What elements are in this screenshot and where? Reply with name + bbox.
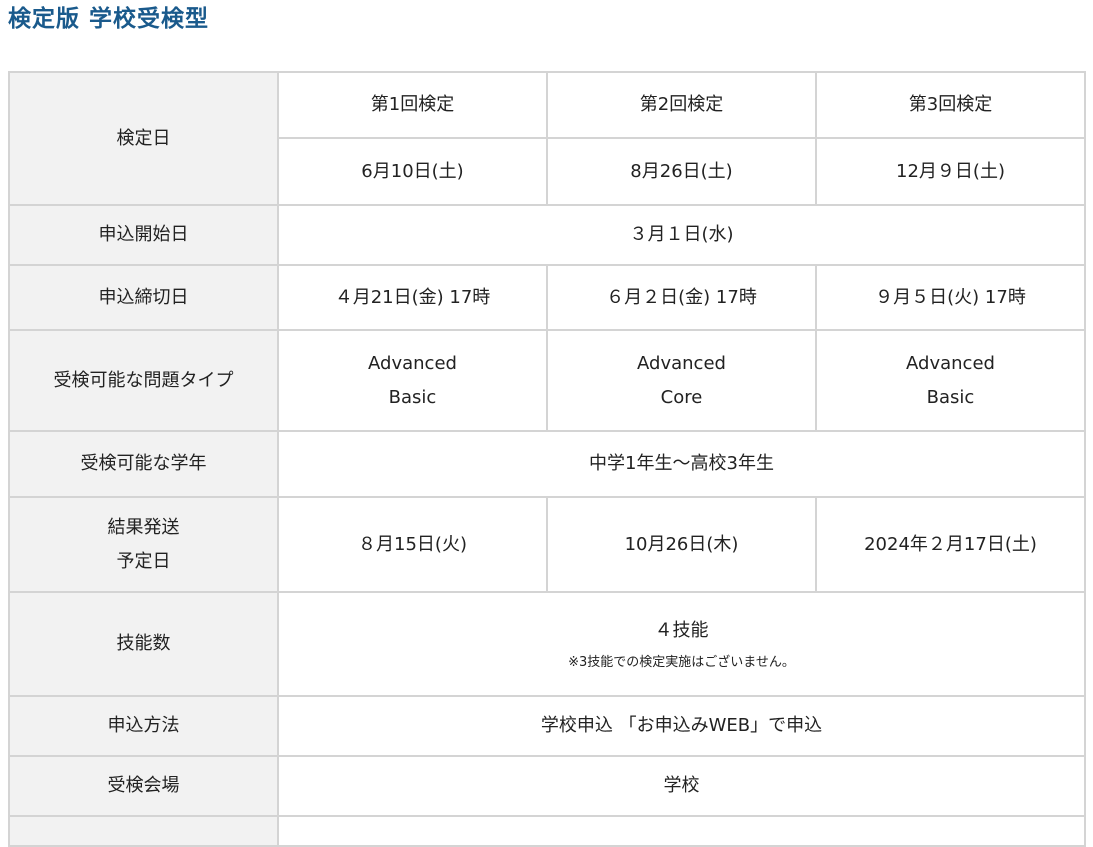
row-header-results: 結果発送 予定日 bbox=[8, 496, 279, 593]
row-header-application-deadline: 申込締切日 bbox=[8, 264, 279, 331]
problem-type: Basic bbox=[388, 386, 437, 408]
problem-type: Advanced bbox=[368, 352, 457, 374]
results-label-line1: 結果発送 bbox=[107, 516, 180, 538]
skills-note: ※3技能での検定実施はございません。 bbox=[568, 655, 795, 670]
exam-date-1: 6月10日(土) bbox=[277, 137, 548, 206]
row-header-empty bbox=[8, 815, 279, 847]
row-header-method: 申込方法 bbox=[8, 695, 279, 757]
round-2-header: 第2回検定 bbox=[546, 71, 817, 139]
table-row: 申込方法 学校申込 「お申込みWEB」で申込 bbox=[8, 695, 1086, 757]
row-header-grades: 受検可能な学年 bbox=[8, 430, 279, 498]
skills-value: ４技能 bbox=[654, 620, 709, 641]
results-label-line2: 予定日 bbox=[116, 550, 171, 572]
venue-value: 学校 bbox=[277, 755, 1086, 817]
exam-date-3: 12月９日(土) bbox=[815, 137, 1086, 206]
application-deadline-1: ４月21日(金) 17時 bbox=[277, 264, 548, 331]
problem-type: Core bbox=[660, 386, 703, 408]
results-date-2: 10月26日(木) bbox=[546, 496, 817, 593]
problem-type: Advanced bbox=[906, 352, 995, 374]
grades-value: 中学1年生～高校3年生 bbox=[277, 430, 1086, 498]
row-header-skills: 技能数 bbox=[8, 591, 279, 697]
table-row: 技能数 ４技能 ※3技能での検定実施はございません。 bbox=[8, 591, 1086, 697]
table-row: 結果発送 予定日 ８月15日(火) 10月26日(木) 2024年２月17日(土… bbox=[8, 496, 1086, 593]
problem-types-2: Advanced Core bbox=[546, 329, 817, 432]
table-row: 受検可能な問題タイプ Advanced Basic Advanced Core … bbox=[8, 329, 1086, 432]
exam-date-2: 8月26日(土) bbox=[546, 137, 817, 206]
row-header-problem-types: 受検可能な問題タイプ bbox=[8, 329, 279, 432]
problem-types-1: Advanced Basic bbox=[277, 329, 548, 432]
row-header-application-start: 申込開始日 bbox=[8, 204, 279, 266]
page-title: 検定版 学校受検型 bbox=[8, 6, 210, 32]
table-row: 受検可能な学年 中学1年生～高校3年生 bbox=[8, 430, 1086, 498]
problem-type: Advanced bbox=[637, 352, 726, 374]
results-date-3: 2024年２月17日(土) bbox=[815, 496, 1086, 593]
table-row bbox=[8, 815, 1086, 847]
application-deadline-3: ９月５日(火) 17時 bbox=[815, 264, 1086, 331]
application-deadline-2: ６月２日(金) 17時 bbox=[546, 264, 817, 331]
table-row: 申込締切日 ４月21日(金) 17時 ６月２日(金) 17時 ９月５日(火) 1… bbox=[8, 264, 1086, 331]
problem-type: Basic bbox=[926, 386, 975, 408]
empty-cell bbox=[277, 815, 1086, 847]
results-date-1: ８月15日(火) bbox=[277, 496, 548, 593]
method-value: 学校申込 「お申込みWEB」で申込 bbox=[277, 695, 1086, 757]
round-3-header: 第3回検定 bbox=[815, 71, 1086, 139]
table-row: 受検会場 学校 bbox=[8, 755, 1086, 817]
skills-cell: ４技能 ※3技能での検定実施はございません。 bbox=[277, 591, 1086, 697]
round-1-header: 第1回検定 bbox=[277, 71, 548, 139]
table-row: 申込開始日 ３月１日(水) bbox=[8, 204, 1086, 266]
problem-types-3: Advanced Basic bbox=[815, 329, 1086, 432]
table-row: 検定日 第1回検定 第2回検定 第3回検定 bbox=[8, 71, 1086, 206]
application-start-value: ３月１日(水) bbox=[277, 204, 1086, 266]
row-header-exam-date: 検定日 bbox=[8, 71, 279, 206]
row-header-venue: 受検会場 bbox=[8, 755, 279, 817]
exam-schedule-table: 検定日 第1回検定 第2回検定 第3回検定 6月10日(土) 8月26日(土) … bbox=[8, 71, 1086, 847]
